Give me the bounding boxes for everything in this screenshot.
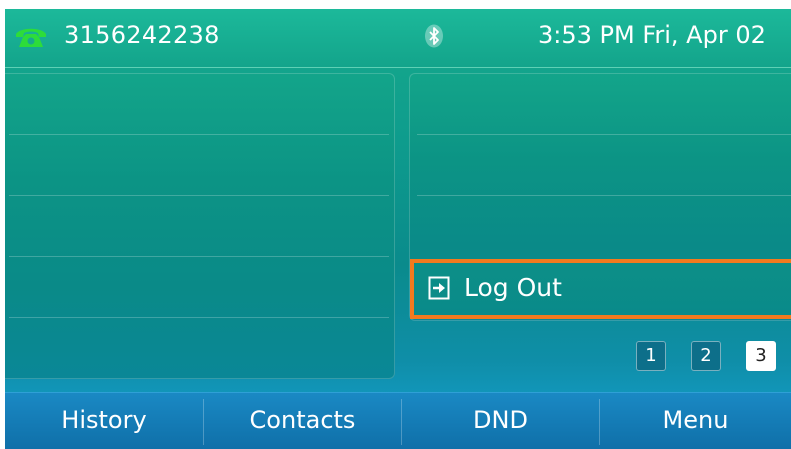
page-2-button[interactable]: 2 — [691, 341, 721, 371]
line-key-divider — [9, 256, 389, 257]
logout-line-key[interactable]: Log Out — [410, 259, 791, 319]
logout-label: Log Out — [464, 273, 562, 302]
bluetooth-icon — [425, 24, 443, 48]
phone-screen: 3156242238 3:53 PM Fri, Apr 02 Log Out 1… — [5, 9, 791, 449]
history-softkey[interactable]: History — [5, 393, 203, 449]
phone-icon — [16, 28, 46, 47]
page-3-button[interactable]: 3 — [746, 341, 776, 371]
line-key-divider — [9, 317, 389, 318]
line-key-divider — [417, 195, 791, 196]
date-time: 3:53 PM Fri, Apr 02 — [538, 21, 766, 49]
softkey-bar: History Contacts DND Menu — [5, 392, 791, 449]
page-1-button[interactable]: 1 — [636, 341, 666, 371]
logout-icon — [428, 276, 450, 300]
line-keys-panel-left — [5, 73, 395, 379]
line-key-divider — [9, 134, 389, 135]
dnd-softkey[interactable]: DND — [402, 393, 599, 449]
phone-number: 3156242238 — [64, 21, 220, 49]
contacts-softkey[interactable]: Contacts — [204, 393, 401, 449]
line-key-divider — [417, 134, 791, 135]
menu-softkey[interactable]: Menu — [600, 393, 791, 449]
line-key-divider — [9, 195, 389, 196]
status-bar: 3156242238 3:53 PM Fri, Apr 02 — [5, 9, 791, 68]
